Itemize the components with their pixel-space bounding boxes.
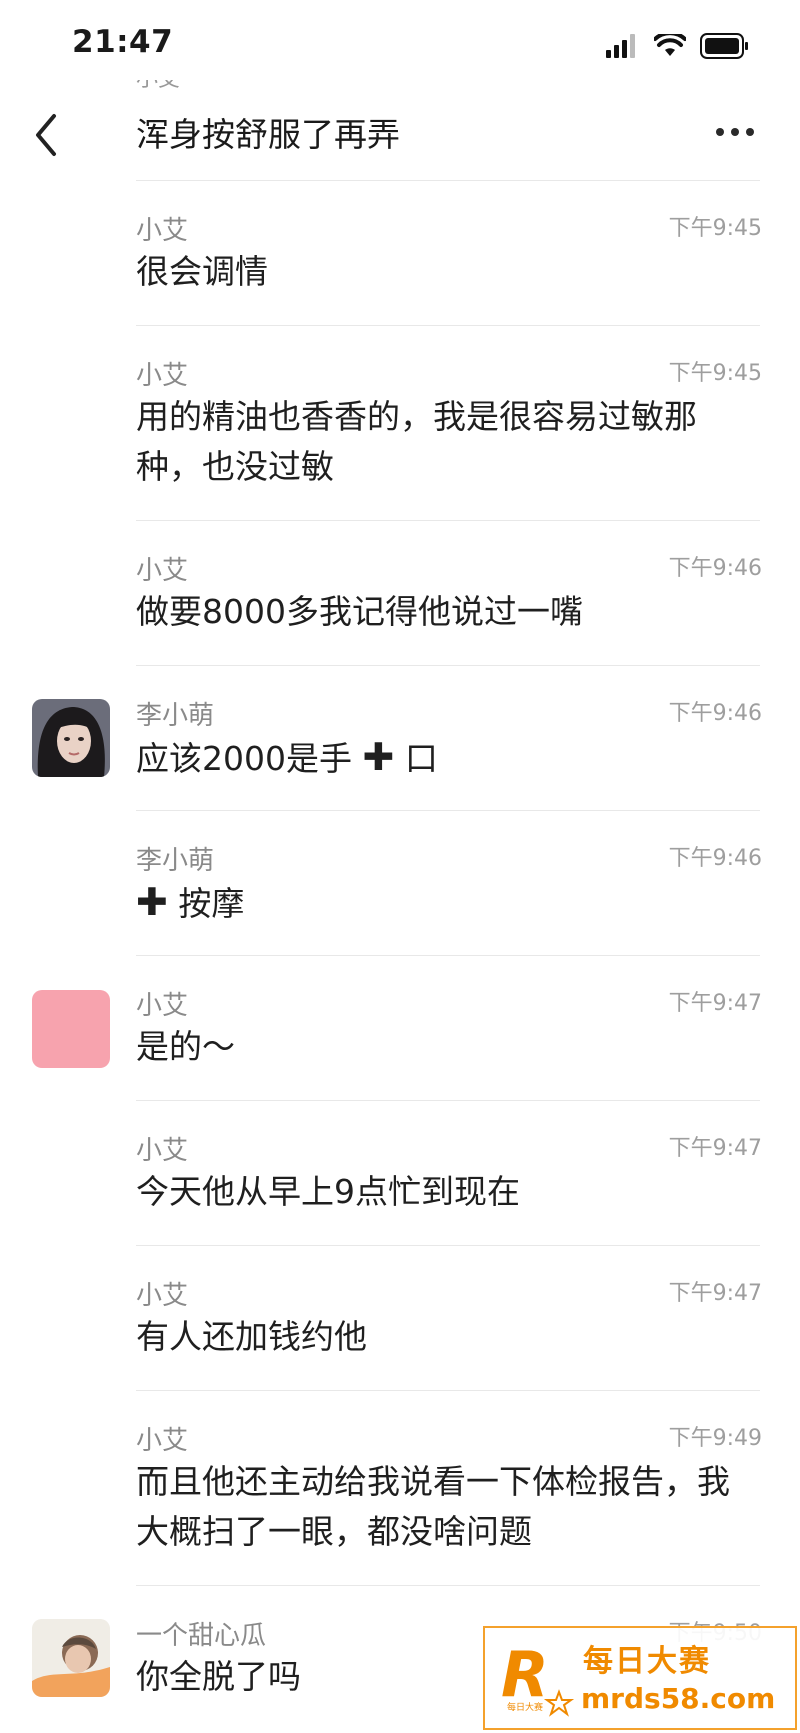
sender-name: 小艾: [136, 1281, 189, 1311]
message-time: 下午9:45: [668, 216, 762, 241]
list-item[interactable]: 小艾 下午9:47 今天他从早上9点忙到现在: [0, 1100, 800, 1245]
sender-name: 小艾: [136, 991, 189, 1021]
sender-name: 小艾: [136, 1426, 189, 1456]
message-text: 应该2000是手 ✚ 口: [136, 732, 766, 784]
list-item[interactable]: 李小萌 下午9:46 ✚ 按摩: [0, 810, 800, 955]
watermark-logo-icon: R 每日大赛: [501, 1638, 575, 1717]
list-item[interactable]: 小艾 下午9:47 有人还加钱约他: [0, 1245, 800, 1390]
message-line: 按摩: [167, 884, 245, 923]
list-item[interactable]: 小艾 下午9:47 是的～: [0, 955, 800, 1100]
watermark-title: 每日大赛: [583, 1644, 711, 1679]
message-line: 很会调情: [136, 252, 268, 291]
message-time: 下午9:47: [668, 1281, 762, 1306]
sender-name: 李小萌: [136, 846, 215, 876]
sender-name: 一个甜心瓜: [136, 1621, 267, 1651]
message-text: 是的～: [136, 1022, 766, 1072]
message-text: ✚ 按摩: [136, 877, 766, 929]
list-item[interactable]: 小艾 下午9:49 而且他还主动给我说看一下体检报告，我 大概扫了一眼，都没啥问…: [0, 1390, 800, 1585]
list-item[interactable]: 李小萌 下午9:46 应该2000是手 ✚ 口: [0, 665, 800, 810]
message-time: 下午9:47: [668, 1136, 762, 1161]
message-line: 有人还加钱约他: [136, 1317, 367, 1356]
message-line: 大概扫了一眼，都没啥问题: [136, 1512, 532, 1551]
watermark-url: mrds58.com: [581, 1682, 776, 1715]
sender-name: 小艾: [136, 361, 189, 391]
message-text: 很会调情: [136, 247, 766, 297]
plus-icon: ✚: [136, 880, 168, 924]
watermark: R 每日大赛 每日大赛 mrds58.com: [483, 1626, 797, 1730]
message-text: 今天他从早上9点忙到现在: [136, 1167, 766, 1217]
svg-text:R: R: [501, 1638, 549, 1711]
avatar[interactable]: [32, 699, 110, 777]
message-line: 今天他从早上9点忙到现在: [136, 1172, 520, 1211]
message-time: 下午9:45: [668, 361, 762, 386]
sender-name: 李小萌: [136, 701, 215, 731]
sender-name: 小艾: [136, 216, 189, 246]
list-item[interactable]: 小艾 下午9:46 做要8000多我记得他说过一嘴: [0, 520, 800, 665]
message-line: 用的精油也香香的，我是很容易过敏那: [136, 397, 697, 436]
child-photo-avatar-icon: [32, 1619, 110, 1697]
message-text: 而且他还主动给我说看一下体检报告，我 大概扫了一眼，都没啥问题: [136, 1457, 766, 1557]
message-line: 是的～: [136, 1027, 235, 1066]
message-line: 种，也没过敏: [136, 447, 334, 486]
sender-name: 小艾: [136, 556, 189, 586]
message-time: 下午9:47: [668, 991, 762, 1016]
list-item[interactable]: 小艾 下午9:45 用的精油也香香的，我是很容易过敏那 种，也没过敏: [0, 325, 800, 520]
plus-icon: ✚: [362, 735, 395, 779]
message-time: 下午9:49: [668, 1426, 762, 1451]
message-line: 口: [394, 739, 438, 778]
message-time: 下午9:46: [668, 701, 762, 726]
message-text: 做要8000多我记得他说过一嘴: [136, 587, 766, 637]
message-line: 应该2000是手: [136, 739, 352, 778]
avatar[interactable]: [32, 1619, 110, 1697]
message-line: 做要8000多我记得他说过一嘴: [136, 592, 583, 631]
message-text: 有人还加钱约他: [136, 1312, 766, 1362]
woman-portrait-avatar-icon: [32, 699, 110, 777]
message-time: 下午9:46: [668, 846, 762, 871]
list-item[interactable]: 小艾 下午9:45 很会调情: [0, 180, 800, 325]
avatar[interactable]: [32, 990, 110, 1068]
message-time: 下午9:46: [668, 556, 762, 581]
message-text: 用的精油也香香的，我是很容易过敏那 种，也没过敏: [136, 392, 766, 492]
message-line: 而且他还主动给我说看一下体检报告，我: [136, 1462, 730, 1501]
message-list: 小艾 下午9:45 很会调情 小艾 下午9:45 用的精油也香香的，我是很容易过…: [0, 0, 800, 1733]
svg-text:每日大赛: 每日大赛: [507, 1701, 543, 1713]
sender-name: 小艾: [136, 1136, 189, 1166]
